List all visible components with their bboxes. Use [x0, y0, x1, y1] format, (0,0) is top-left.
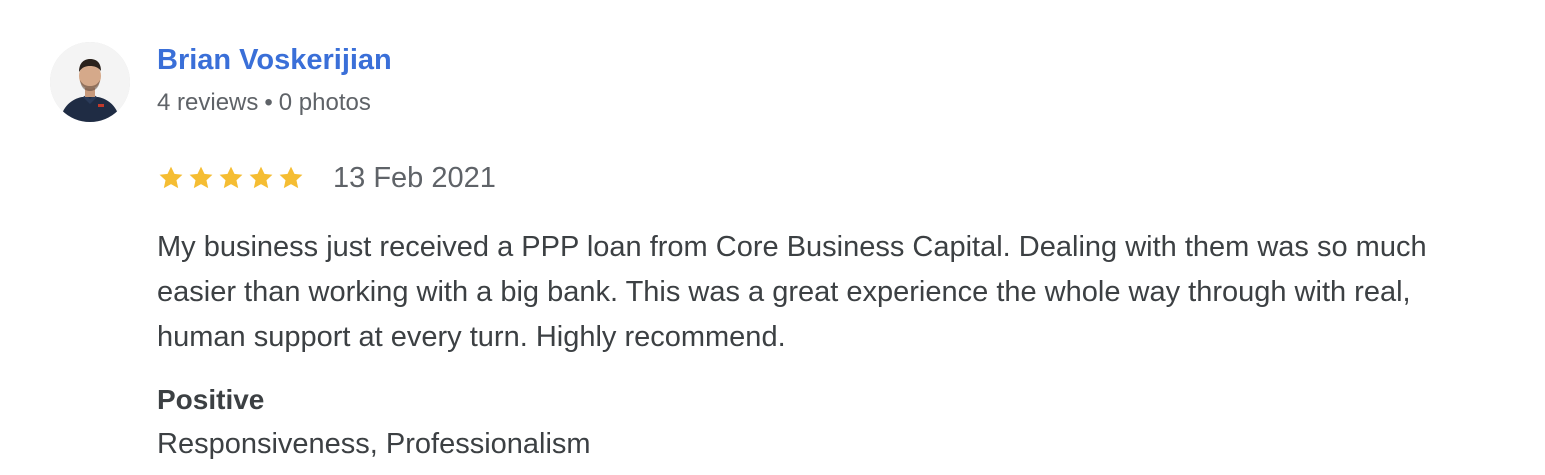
meta-separator: • — [264, 89, 273, 116]
reviews-count[interactable]: 4 reviews — [157, 89, 258, 116]
rating-row: 13 Feb 2021 — [157, 160, 496, 196]
attribute-values: Responsiveness, Professionalism — [157, 428, 591, 460]
reviewer-meta: 4 reviews • 0 photos — [157, 89, 371, 117]
attribute-heading: Positive — [157, 384, 265, 415]
photos-count[interactable]: 0 photos — [279, 89, 371, 116]
reviewer-photo — [50, 42, 130, 122]
review-text: My business just received a PPP loan fro… — [157, 231, 1427, 353]
avatar[interactable] — [50, 42, 130, 122]
star-icon — [219, 166, 243, 189]
star-icon — [159, 166, 183, 189]
reviewer-name-link[interactable]: Brian Voskerijian — [157, 44, 392, 77]
star-icon — [279, 166, 303, 189]
star-icon — [189, 166, 213, 189]
star-icon — [249, 166, 273, 189]
review-card: Brian Voskerijian 4 reviews • 0 photos 13 … — [0, 0, 1545, 475]
star-rating — [157, 164, 305, 192]
review-date: 13 Feb 2021 — [333, 161, 496, 194]
